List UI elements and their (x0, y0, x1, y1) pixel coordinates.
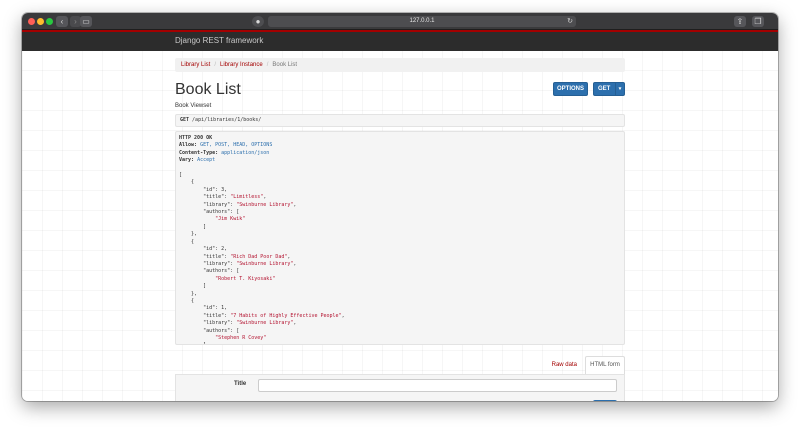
book-library: "Swinburne Library" (236, 320, 294, 327)
navbar-brand[interactable]: Django REST framework (175, 36, 263, 45)
reload-icon[interactable]: ↻ (567, 16, 573, 27)
url-text: 127.0.0.1 (409, 18, 435, 24)
request-method: GET (180, 117, 190, 123)
shield-button[interactable]: ● (252, 16, 264, 27)
tab-html-form[interactable]: HTML form (585, 356, 625, 374)
tabs-icon: ❐ (754, 17, 762, 26)
get-button-label: GET (598, 86, 611, 92)
form-tabs: Raw data HTML form (175, 356, 625, 374)
get-button[interactable]: GET ▾ (593, 82, 625, 96)
header-key: Content-Type: (179, 149, 219, 156)
request-info: GET /api/libraries/1/books/ (175, 114, 625, 127)
book-author: "Robert T. Kiyosaki" (215, 275, 276, 282)
page-viewport: Django REST framework Library List / Libra… (22, 30, 778, 401)
breadcrumb-library-instance[interactable]: Library Instance (220, 62, 263, 68)
back-button[interactable]: ‹ (56, 16, 68, 27)
browser-toolbar: ‹ › ▭ ● 127.0.0.1 ↻ ⇪ ❐ (22, 13, 778, 30)
share-button[interactable]: ⇪ (734, 16, 746, 27)
post-button[interactable] (593, 400, 617, 401)
breadcrumb-library-list[interactable]: Library List (181, 62, 210, 68)
browser-window: ‹ › ▭ ● 127.0.0.1 ↻ ⇪ ❐ Django REST fram… (22, 13, 778, 401)
breadcrumb-separator: / (214, 62, 217, 68)
chevron-left-icon: ‹ (60, 17, 64, 26)
share-icon: ⇪ (736, 17, 744, 26)
book-library: "Swinburne Library" (236, 201, 294, 208)
tabs-button[interactable]: ❐ (752, 16, 764, 27)
book-id: 3 (221, 186, 225, 193)
book-author: "Jim Kwik" (215, 216, 246, 223)
book-title: "7 Habits of Highly Effective People" (230, 312, 342, 319)
maximize-window-button[interactable] (46, 18, 53, 25)
header-key: Vary: (179, 157, 195, 164)
caret-down-icon[interactable]: ▾ (615, 83, 624, 95)
book-title: "Limitless" (230, 194, 264, 201)
sidebar-icon: ▭ (82, 17, 90, 26)
title-row: Book List OPTIONS GET ▾ (175, 78, 625, 102)
shield-icon: ● (255, 17, 261, 26)
header-value: Accept (197, 157, 216, 164)
book-id: 1 (221, 305, 225, 312)
header-key: Allow: (179, 142, 198, 149)
sidebar-button[interactable]: ▭ (80, 16, 92, 27)
options-button[interactable]: OPTIONS (553, 82, 588, 96)
response-status: HTTP 200 OK (179, 135, 213, 141)
chevron-right-icon: › (74, 17, 77, 26)
tab-raw-data[interactable]: Raw data (552, 360, 577, 370)
navbar: Django REST framework (22, 30, 778, 51)
breadcrumb-separator: / (266, 62, 269, 68)
header-value: application/json (221, 149, 270, 156)
address-bar[interactable]: 127.0.0.1 ↻ (268, 16, 576, 27)
html-form: Title (175, 374, 625, 401)
title-label: Title (234, 381, 247, 387)
breadcrumb-current: Book List (272, 62, 298, 68)
breadcrumb: Library List / Library Instance / Book List (175, 58, 625, 72)
close-window-button[interactable] (28, 18, 35, 25)
book-author: "Stephen R Covey" (215, 334, 267, 341)
book-title: "Rich Dad Poor Dad" (230, 253, 288, 260)
header-value: GET, POST, HEAD, OPTIONS (200, 142, 273, 149)
request-path: /api/libraries/1/books/ (192, 117, 262, 123)
book-library: "Swinburne Library" (236, 260, 294, 267)
minimize-window-button[interactable] (37, 18, 44, 25)
book-id: 2 (221, 246, 225, 253)
content-container: Library List / Library Instance / Book List … (175, 53, 625, 401)
response-body: HTTP 200 OK Allow: GET, POST, HEAD, OPTI… (175, 131, 625, 345)
page-description: Book Viewset (175, 103, 212, 109)
title-input[interactable] (258, 379, 617, 392)
